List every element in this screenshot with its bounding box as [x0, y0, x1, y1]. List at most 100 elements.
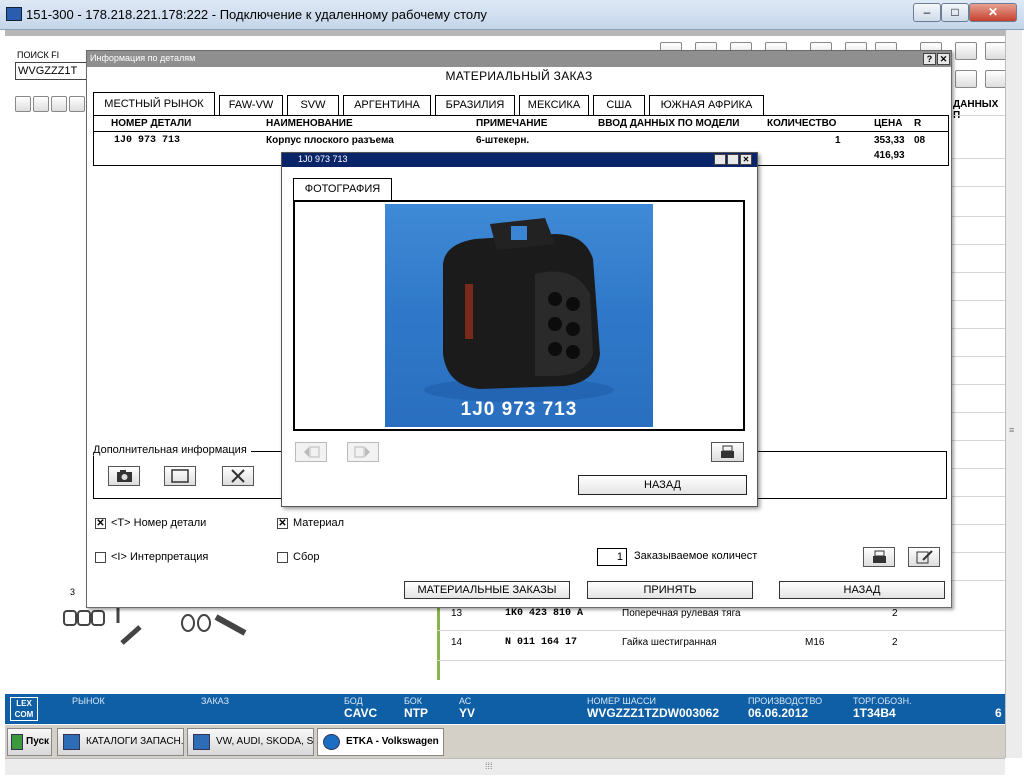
right-column-header: ДАННЫХ П	[953, 99, 999, 121]
zoom-out-icon[interactable]	[33, 96, 49, 112]
col-note: ПРИМЕЧАНИЕ	[476, 118, 548, 129]
back-button[interactable]: НАЗАД	[779, 581, 945, 599]
trade-value: 1T34B4	[853, 706, 896, 720]
col-price: ЦЕНА	[874, 118, 903, 129]
horizontal-scrollbar[interactable]: ⁞⁞⁞	[5, 758, 1005, 775]
chassis-label: НОМЕР ШАССИ	[587, 696, 657, 706]
scroll-grip-icon: ⁞⁞⁞	[485, 761, 493, 771]
window-title: 151-300 - 178.218.221.178:222 - Подключе…	[26, 7, 487, 22]
assembly-checkbox[interactable]	[277, 552, 288, 563]
row-pos: 14	[451, 637, 463, 648]
tab-photo[interactable]: ФОТОГРАФИЯ	[293, 178, 392, 201]
app-icon	[63, 734, 80, 750]
material-orders-button[interactable]: МАТЕРИАЛЬНЫЕ ЗАКАЗЫ	[404, 581, 570, 599]
material-checkbox[interactable]: ✕	[277, 518, 288, 529]
frame-button[interactable]	[164, 466, 196, 486]
col-model-data: ВВОД ДАННЫХ ПО МОДЕЛИ	[598, 118, 740, 129]
order-quantity-label: Заказываемое количест	[634, 550, 758, 562]
dialog-print-button[interactable]	[863, 547, 895, 567]
search-input[interactable]: WVGZZZ1T	[15, 62, 87, 80]
start-button[interactable]: Пуск	[7, 728, 52, 756]
row-spec: M16	[805, 637, 825, 648]
grid-line	[950, 158, 1005, 159]
prev-photo-button[interactable]	[295, 442, 327, 462]
zoom-reset-icon[interactable]	[69, 96, 85, 112]
grid-line	[950, 272, 1005, 273]
maximize-button[interactable]: □	[941, 3, 969, 22]
next-photo-button[interactable]	[347, 442, 379, 462]
ac-value: YV	[459, 706, 476, 720]
dialog-edit-button[interactable]	[908, 547, 940, 567]
row-name: Поперечная рулевая тяга	[622, 608, 741, 619]
table-row[interactable]: 14 N 011 164 17 Гайка шестигранная M16 2	[437, 630, 1005, 660]
taskbar-item-label: ETKA - Volkswagen	[346, 736, 439, 747]
row-price: 353,33	[874, 135, 905, 146]
grid-line	[950, 356, 1005, 357]
dialog-close-button[interactable]: ✕	[937, 53, 950, 65]
taskbar-item-etka[interactable]: ETKA - Volkswagen	[317, 728, 444, 756]
connector-image-icon	[424, 218, 614, 402]
accept-button[interactable]: ПРИНЯТЬ	[587, 581, 753, 599]
photo-button[interactable]	[108, 466, 140, 486]
print-page-icon[interactable]	[985, 42, 1007, 60]
popup-title: 1J0 973 713	[298, 154, 348, 164]
first-page-icon[interactable]	[955, 70, 977, 88]
grid-line	[437, 660, 1005, 661]
taskbar-item-catalogs[interactable]: КАТАЛОГИ ЗАПАСН...	[57, 728, 184, 756]
tab-svw[interactable]: SVW	[287, 95, 339, 115]
tools-button[interactable]	[222, 466, 254, 486]
tab-usa[interactable]: США	[593, 95, 645, 115]
tab-brazil[interactable]: БРАЗИЛИЯ	[435, 95, 515, 115]
photo-popup: 1J0 973 713 ✕ ФОТОГРАФИЯ 1J0 973 713 НАЗ…	[281, 152, 758, 507]
part-number-checkbox-label: <T> Номер детали	[111, 517, 207, 529]
camera-icon	[117, 470, 132, 482]
windows-logo-icon	[11, 734, 23, 750]
prev-page-icon[interactable]	[985, 70, 1007, 88]
taskbar-item-vw[interactable]: VW, AUDI, SKODA, S...	[187, 728, 314, 756]
search-label: ПОИСК FI	[17, 50, 60, 60]
popup-back-button[interactable]: НАЗАД	[578, 475, 747, 495]
tab-local-market[interactable]: МЕСТНЫЙ РЫНОК	[93, 92, 215, 116]
zoom-in-icon[interactable]	[15, 96, 31, 112]
tab-south-africa[interactable]: ЮЖНАЯ АФРИКА	[649, 95, 764, 115]
row-qty: 2	[892, 608, 898, 619]
grid-line	[950, 468, 1005, 469]
popup-close-button[interactable]: ✕	[740, 154, 752, 165]
close-button[interactable]: ✕	[969, 3, 1017, 22]
order-quantity-input[interactable]: 1	[597, 548, 627, 566]
scroll-grip-icon: ≡	[1009, 425, 1015, 435]
grid-line	[950, 244, 1005, 245]
help-button[interactable]: ?	[923, 53, 936, 65]
grid-line	[950, 496, 1005, 497]
market-label: РЫНОК	[72, 696, 105, 706]
tab-faw-vw[interactable]: FAW-VW	[219, 95, 283, 115]
grid-line	[950, 186, 1005, 187]
interpretation-checkbox[interactable]	[95, 552, 106, 563]
popup-print-button[interactable]	[711, 442, 744, 462]
popup-minimize-button[interactable]	[714, 154, 726, 165]
part-number-checkbox[interactable]: ✕	[95, 518, 106, 529]
minimize-button[interactable]: –	[913, 3, 941, 22]
row-code: 1K0 423 810 A	[505, 608, 584, 619]
bg-tabstrip	[5, 30, 1005, 36]
tab-argentina[interactable]: АРГЕНТИНА	[343, 95, 431, 115]
rdp-icon	[6, 7, 22, 21]
grid-line	[950, 524, 1005, 525]
grid-line	[950, 412, 1005, 413]
zoom-fit-icon[interactable]	[51, 96, 67, 112]
popup-maximize-button[interactable]	[727, 154, 739, 165]
assembly-checkbox-label: Сбор	[293, 551, 320, 563]
photo-caption: 1J0 973 713	[460, 399, 578, 420]
status-edge-value: 6	[995, 706, 1002, 720]
row-part-number: 1J0 973 713	[114, 135, 181, 146]
prev-arrow-icon	[304, 446, 320, 458]
taskbar-item-label: VW, AUDI, SKODA, S...	[216, 736, 314, 747]
back-page-icon[interactable]	[955, 42, 977, 60]
vertical-scrollbar[interactable]: ≡	[1005, 30, 1022, 758]
start-label: Пуск	[26, 736, 50, 747]
printer-icon	[721, 445, 734, 458]
col-r: R	[914, 118, 922, 129]
interpretation-checkbox-label: <I> Интерпретация	[111, 551, 209, 563]
tab-mexico[interactable]: МЕКСИКА	[519, 95, 589, 115]
bod-value: CAVC	[344, 706, 378, 720]
